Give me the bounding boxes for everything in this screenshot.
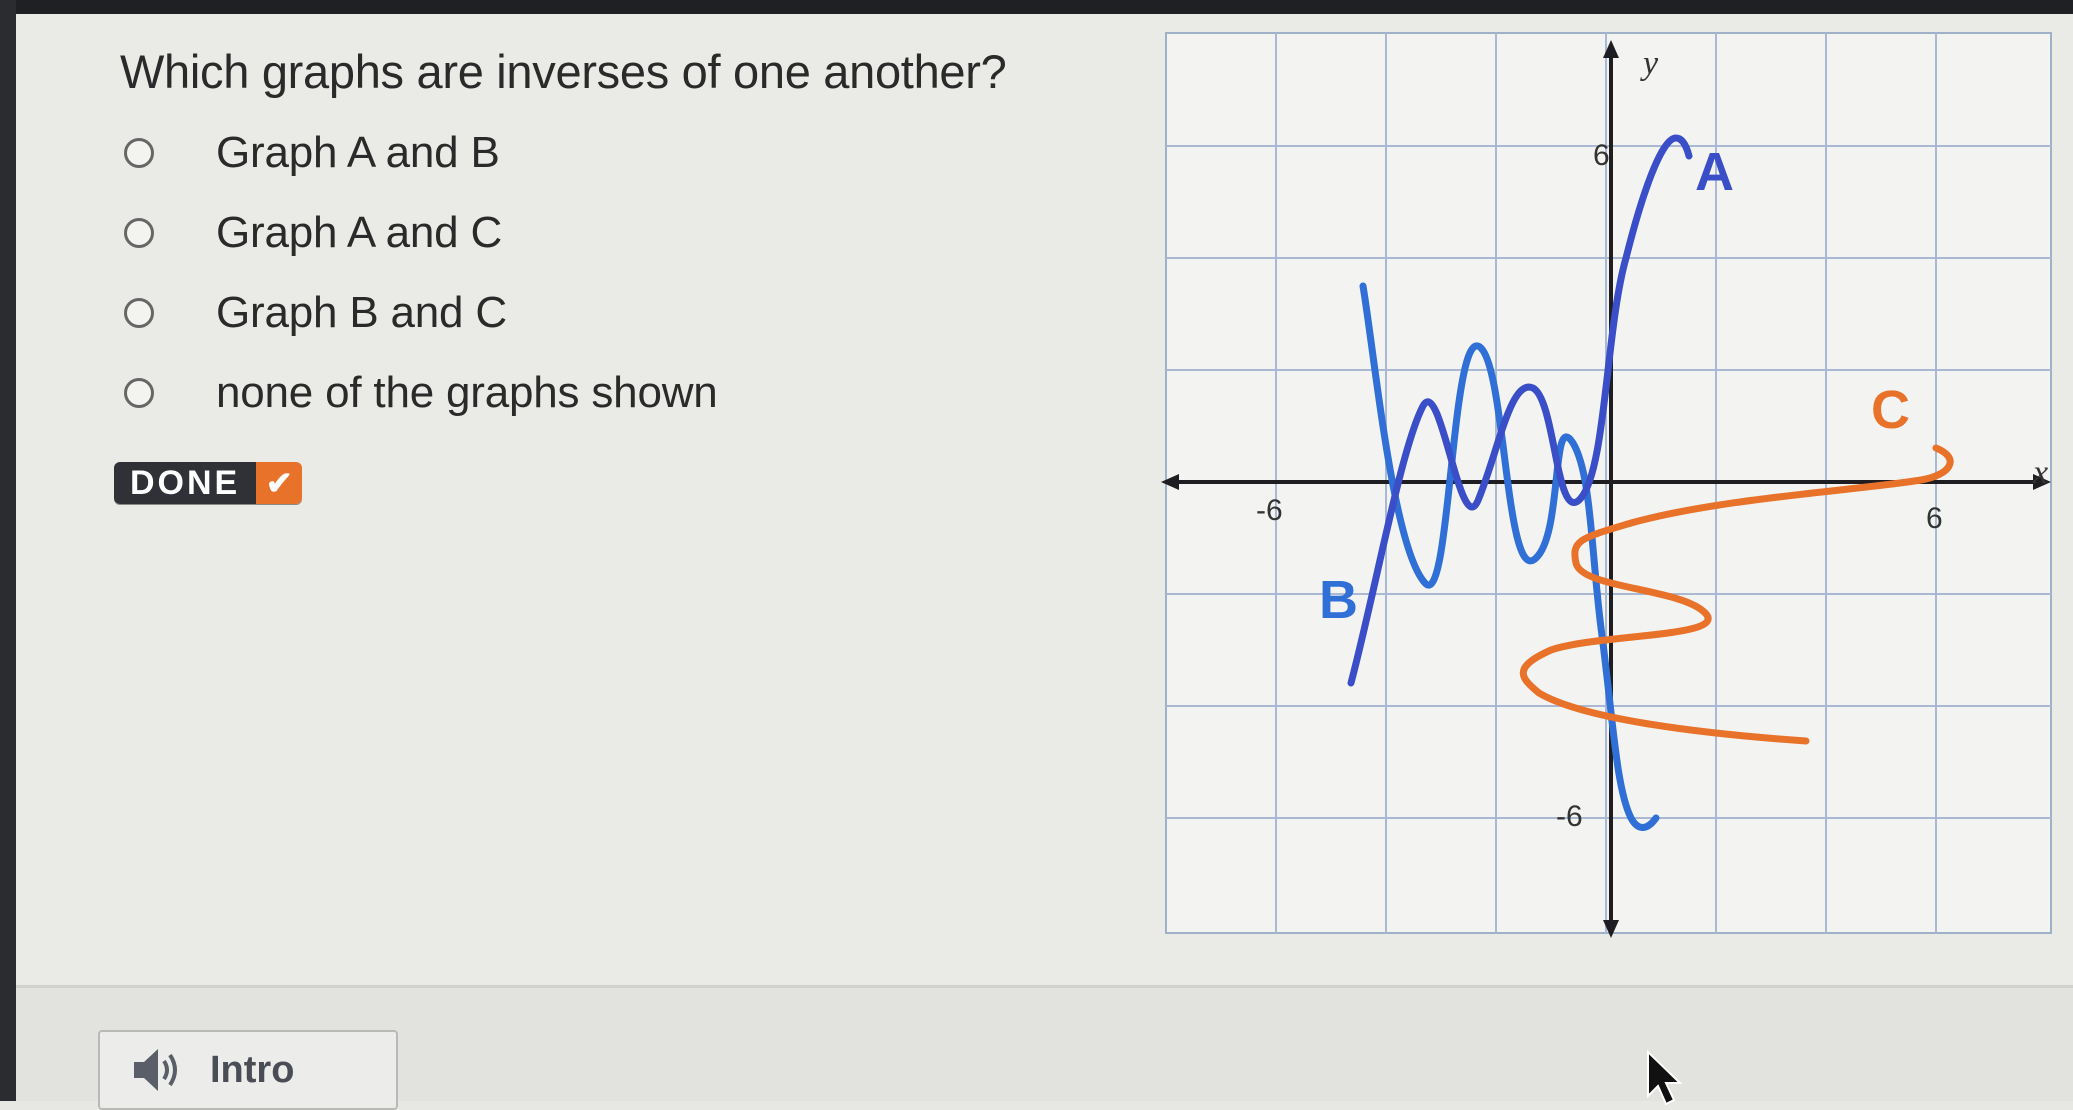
x-tick-6: 6 — [1926, 502, 1943, 535]
radio-button[interactable] — [124, 298, 154, 328]
radio-button[interactable] — [124, 218, 154, 248]
option-a-and-b[interactable]: Graph A and B — [124, 128, 500, 178]
y-axis-label: y — [1640, 45, 1659, 82]
option-b-and-c[interactable]: Graph B and C — [124, 288, 507, 338]
x-axis-label: x — [2032, 454, 2048, 491]
option-label: Graph A and C — [216, 208, 503, 257]
mouse-cursor-icon — [1647, 1050, 1683, 1106]
check-icon: ✔ — [256, 462, 303, 504]
option-label: none of the graphs shown — [216, 368, 718, 417]
question-text: Which graphs are inverses of one another… — [120, 45, 1007, 98]
x-tick-neg-6: -6 — [1256, 494, 1283, 527]
option-none[interactable]: none of the graphs shown — [124, 368, 718, 418]
intro-label: Intro — [210, 1048, 295, 1091]
intro-button[interactable]: Intro — [98, 1030, 398, 1110]
y-tick-neg-6: -6 — [1556, 800, 1583, 833]
option-a-and-c[interactable]: Graph A and C — [124, 208, 502, 258]
window-left-bezel — [0, 0, 16, 1101]
option-label: Graph B and C — [216, 288, 507, 337]
graph: x y -6 6 6 -6 A B C — [1161, 32, 2052, 938]
window-top-bezel — [0, 0, 2073, 14]
radio-button[interactable] — [124, 378, 154, 408]
speaker-icon — [134, 1049, 177, 1091]
curve-c-label: C — [1871, 380, 1910, 440]
done-button[interactable]: DONE ✔ — [114, 462, 303, 504]
option-label: Graph A and B — [216, 128, 500, 177]
done-label: DONE — [114, 462, 257, 504]
y-tick-6: 6 — [1593, 139, 1610, 172]
curve-b-label: B — [1319, 570, 1358, 630]
question-panel: Which graphs are inverses of one another… — [16, 14, 2073, 984]
radio-button[interactable] — [124, 138, 154, 168]
curve-a-label: A — [1695, 142, 1734, 202]
